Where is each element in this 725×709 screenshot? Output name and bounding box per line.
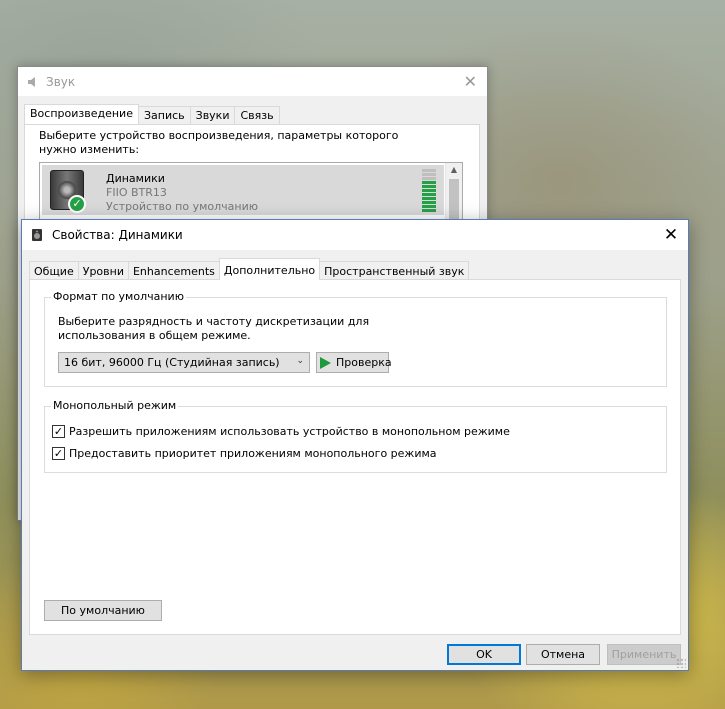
chevron-down-icon: ⌄: [296, 356, 304, 366]
give-priority-checkbox[interactable]: ✓: [52, 447, 65, 460]
close-icon[interactable]: ✕: [654, 220, 688, 250]
restore-defaults-button[interactable]: По умолчанию: [44, 600, 162, 621]
level-meter-bar: [422, 193, 436, 196]
level-meter-bar: [422, 185, 436, 188]
level-meter-bar: [422, 169, 436, 172]
device-row-speakers[interactable]: ✓ Динамики FIIO BTR13 Устройство по умол…: [42, 165, 444, 215]
level-meter-bar: [422, 173, 436, 176]
exclusive-mode-group: Монопольный режим ✓ Разрешить приложения…: [44, 399, 667, 473]
tab-sounds[interactable]: Звуки: [189, 106, 236, 125]
sound-tabs: Воспроизведение Запись Звуки Связь: [24, 104, 280, 125]
device-list: ✓ Динамики FIIO BTR13 Устройство по умол…: [39, 162, 463, 222]
cancel-button[interactable]: Отмена: [526, 644, 600, 665]
tab-spatial-sound[interactable]: Пространственный звук: [319, 261, 470, 280]
scroll-thumb[interactable]: [449, 179, 459, 219]
apply-button[interactable]: Применить: [607, 644, 681, 665]
device-list-scrollbar[interactable]: ▲: [445, 163, 462, 221]
default-format-group: Формат по умолчанию Выберите разрядность…: [44, 290, 667, 387]
test-button[interactable]: Проверка: [316, 352, 392, 373]
level-meter-bar: [422, 181, 436, 184]
device-name: Динамики: [106, 172, 165, 185]
default-format-description: Выберите разрядность и частоту дискретиз…: [58, 315, 370, 342]
sound-window-title: Звук: [46, 74, 76, 89]
allow-exclusive-label[interactable]: Разрешить приложениям использовать устро…: [69, 425, 510, 438]
device-subtitle: FIIO BTR13: [106, 186, 167, 199]
playback-description: Выберите устройство воспроизведения, пар…: [39, 129, 399, 156]
tab-general[interactable]: Общие: [29, 261, 79, 280]
format-select-value: 16 бит, 96000 Гц (Студийная запись): [64, 356, 280, 369]
resize-grip[interactable]: [676, 658, 686, 668]
default-format-legend: Формат по умолчанию: [51, 290, 186, 303]
allow-exclusive-row[interactable]: ✓ Разрешить приложениям использовать уст…: [52, 425, 510, 438]
tab-levels[interactable]: Уровни: [77, 261, 129, 280]
device-status: Устройство по умолчанию: [106, 200, 259, 213]
tab-enhancements[interactable]: Enhancements: [127, 261, 220, 280]
level-meter-bar: [422, 197, 436, 200]
format-select[interactable]: 16 бит, 96000 Гц (Студийная запись) ⌄: [58, 352, 310, 373]
exclusive-mode-legend: Монопольный режим: [51, 399, 179, 412]
properties-window-title: Свойства: Динамики: [52, 228, 183, 242]
level-meter-bar: [422, 201, 436, 204]
level-meter: [422, 169, 436, 212]
tab-recording[interactable]: Запись: [137, 106, 191, 125]
speaker-app-icon: [28, 76, 35, 87]
properties-tabs: Общие Уровни Enhancements Дополнительно …: [29, 258, 470, 280]
scroll-up-icon[interactable]: ▲: [446, 165, 462, 174]
tab-communications[interactable]: Связь: [234, 106, 280, 125]
tab-advanced[interactable]: Дополнительно: [218, 258, 321, 280]
default-check-icon: ✓: [68, 195, 86, 213]
properties-titlebar: Свойства: Динамики ✕: [22, 220, 688, 250]
tab-playback[interactable]: Воспроизведение: [24, 104, 139, 125]
advanced-panel: Формат по умолчанию Выберите разрядность…: [29, 279, 681, 635]
level-meter-bar: [422, 209, 436, 212]
level-meter-bar: [422, 205, 436, 208]
sound-titlebar: Звук: [18, 67, 487, 96]
level-meter-bar: [422, 177, 436, 180]
ok-button[interactable]: OK: [447, 644, 521, 665]
speaker-properties-window: Свойства: Динамики ✕ Общие Уровни Enhanc…: [21, 219, 689, 671]
test-button-label: Проверка: [336, 356, 392, 369]
sound-close-icon[interactable]: ✕: [464, 72, 477, 91]
level-meter-bar: [422, 189, 436, 192]
allow-exclusive-checkbox[interactable]: ✓: [52, 425, 65, 438]
play-icon: [320, 356, 331, 369]
give-priority-label[interactable]: Предоставить приоритет приложениям моноп…: [69, 447, 437, 460]
give-priority-row[interactable]: ✓ Предоставить приоритет приложениям мон…: [52, 447, 437, 460]
speaker-app-icon: [32, 229, 42, 241]
